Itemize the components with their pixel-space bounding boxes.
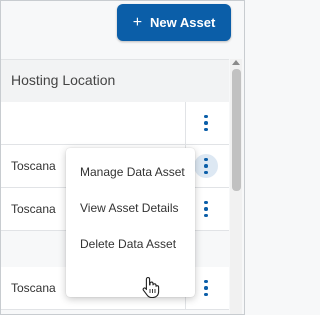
menu-item-label: View Asset Details xyxy=(80,201,179,215)
new-asset-button[interactable]: + New Asset xyxy=(117,4,231,41)
cell-divider xyxy=(185,102,186,144)
table-row[interactable] xyxy=(1,102,229,145)
column-header-label: Hosting Location xyxy=(11,72,116,88)
menu-item-view-asset-details[interactable]: View Asset Details xyxy=(66,190,195,226)
data-assets-panel: + New Asset Hosting Location Toscana Tos… xyxy=(0,0,245,315)
more-vertical-icon[interactable] xyxy=(194,197,218,221)
hosting-location-cell: Toscana xyxy=(11,202,56,216)
plus-icon: + xyxy=(132,13,143,31)
vertical-scrollbar-thumb[interactable] xyxy=(232,69,241,191)
menu-item-delete-data-asset[interactable]: Delete Data Asset xyxy=(66,226,195,262)
menu-item-label: Delete Data Asset xyxy=(80,237,177,251)
row-actions-menu: Manage Data Asset View Asset Details Del… xyxy=(66,148,195,297)
new-asset-label: New Asset xyxy=(150,15,216,30)
column-header-hosting-location[interactable]: Hosting Location xyxy=(1,59,229,103)
more-vertical-icon[interactable] xyxy=(194,154,218,178)
hosting-location-cell: Toscana xyxy=(11,159,56,173)
scroll-up-arrow-icon[interactable] xyxy=(232,60,240,65)
hand-pointer-icon xyxy=(142,276,160,298)
more-vertical-icon[interactable] xyxy=(194,111,218,135)
menu-item-label: Manage Data Asset xyxy=(80,165,185,179)
hosting-location-cell: Toscana xyxy=(11,281,56,295)
menu-item-manage-data-asset[interactable]: Manage Data Asset xyxy=(66,154,195,190)
more-vertical-icon[interactable] xyxy=(194,276,218,300)
